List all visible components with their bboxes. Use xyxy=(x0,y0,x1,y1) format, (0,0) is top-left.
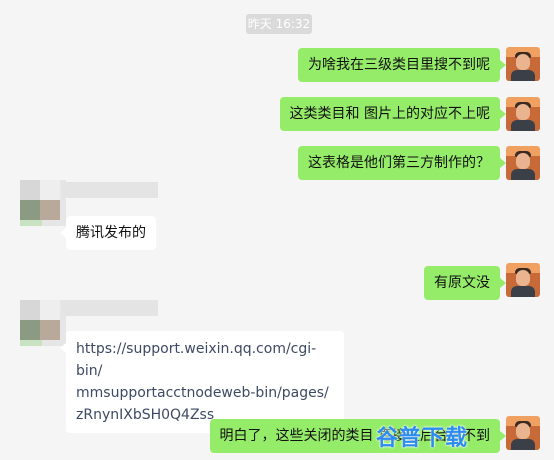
watermark-logo: 谷普下载 xyxy=(376,426,469,451)
message-bubble-out[interactable]: 这类类目和 图片上的对应不上呢 xyxy=(279,97,507,131)
self-avatar[interactable] xyxy=(506,263,540,297)
avatar-face xyxy=(516,54,530,70)
avatar-pixel xyxy=(20,220,42,226)
avatar-pixel xyxy=(40,320,60,340)
avatar-pixel xyxy=(20,300,40,320)
contact-avatar[interactable] xyxy=(20,300,66,346)
avatar-pixel xyxy=(20,340,42,346)
timestamp: 昨天 16:32 xyxy=(246,14,312,34)
avatar-pixel xyxy=(20,180,40,200)
avatar-pixel xyxy=(40,180,60,200)
message-bubble-out[interactable]: 这表格是他们第三方制作的？ xyxy=(298,146,506,180)
message-bubble-out[interactable]: 为啥我在三级类目里搜不到呢 xyxy=(298,48,506,82)
chat-window: 昨天 16:32 为啥我在三级类目里搜不到呢 这类类目和 图片上的对应不上呢 这… xyxy=(0,0,554,460)
blurred-name xyxy=(62,300,158,316)
link-message-bubble[interactable]: https://support.weixin.qq.com/cgi-bin/ m… xyxy=(60,331,344,433)
link-line[interactable]: https://support.weixin.qq.com/cgi-bin/ xyxy=(76,338,334,382)
avatar-shirt xyxy=(511,120,535,131)
self-avatar[interactable] xyxy=(506,146,540,180)
contact-avatar[interactable] xyxy=(20,180,66,226)
self-avatar[interactable] xyxy=(506,47,540,81)
avatar-shirt xyxy=(511,169,535,180)
avatar-shirt xyxy=(511,286,535,297)
message-bubble-out[interactable]: 有原文没 xyxy=(424,266,506,300)
avatar-shirt xyxy=(511,70,535,81)
blurred-name xyxy=(62,182,158,198)
avatar-pixel xyxy=(40,200,60,220)
avatar-pixel xyxy=(20,200,40,220)
link-line[interactable]: mmsupportacctnodeweb-bin/pages/ xyxy=(76,382,334,404)
avatar-face xyxy=(516,104,530,120)
avatar-shirt xyxy=(511,439,535,450)
avatar-face xyxy=(516,270,530,286)
message-bubble-in[interactable]: 腾讯发布的 xyxy=(60,216,156,250)
self-avatar[interactable] xyxy=(506,97,540,131)
self-avatar[interactable] xyxy=(506,416,540,450)
avatar-pixel xyxy=(20,320,40,340)
avatar-pixel xyxy=(40,300,60,320)
avatar-face xyxy=(516,153,530,169)
avatar-face xyxy=(516,423,530,439)
